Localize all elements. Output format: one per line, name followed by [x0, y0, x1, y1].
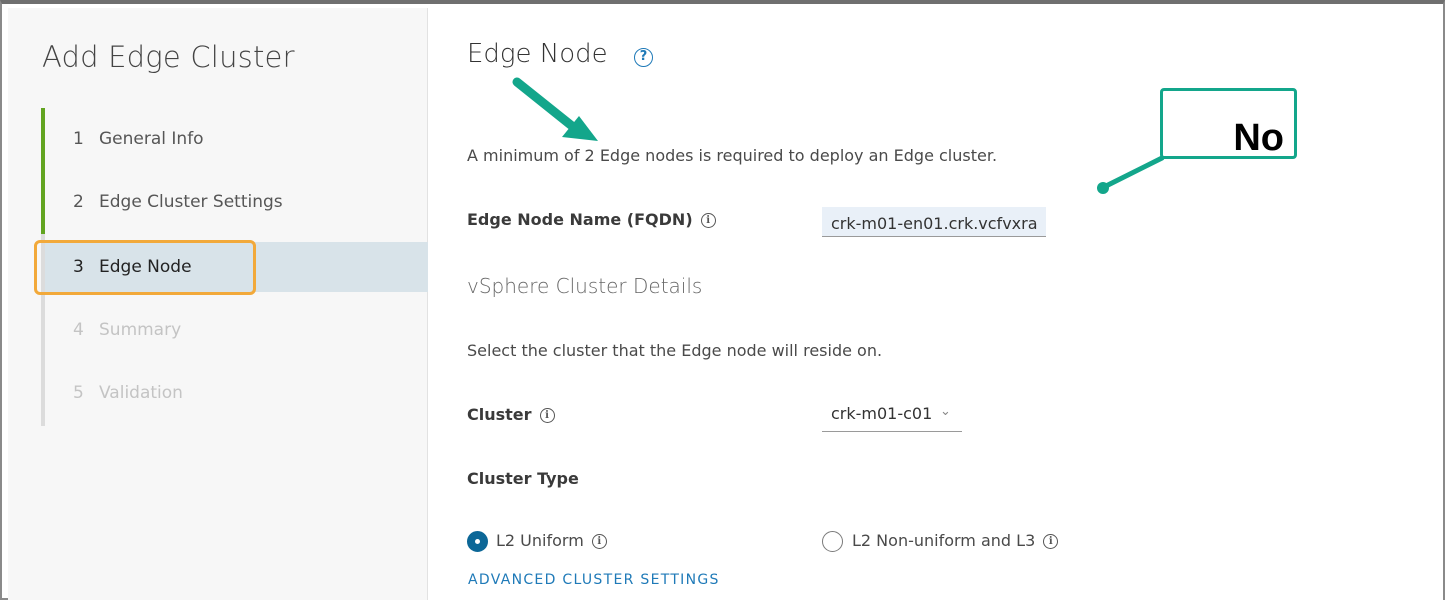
- step-summary: 4 Summary: [45, 305, 428, 355]
- wizard-title: Add Edge Cluster: [42, 40, 295, 74]
- l2-uniform-text: L2 Uniform: [496, 531, 584, 550]
- step-number: 3: [73, 257, 84, 277]
- radio-l2-nonuniform-l3[interactable]: [822, 531, 843, 552]
- step-validation: 5 Validation: [45, 368, 428, 418]
- l2-nonuniform-label[interactable]: L2 Non-uniform and L3 i: [852, 531, 1059, 550]
- info-icon[interactable]: i: [700, 213, 716, 228]
- callout-box: No: [1160, 88, 1297, 159]
- step-number: 1: [73, 129, 84, 149]
- step-number: 2: [73, 192, 84, 212]
- minimum-nodes-text: A minimum of 2 Edge nodes is required to…: [467, 146, 998, 165]
- cluster-select-value: crk-m01-c01: [831, 404, 933, 423]
- info-icon[interactable]: i: [539, 408, 555, 423]
- step-label: Edge Cluster Settings: [99, 192, 283, 212]
- radio-l2-uniform[interactable]: [467, 531, 488, 552]
- callout-text: No: [1233, 117, 1284, 159]
- fqdn-label: Edge Node Name (FQDN) i: [467, 210, 716, 229]
- info-icon[interactable]: i: [591, 534, 607, 549]
- step-number: 5: [73, 383, 84, 403]
- wizard-sidebar: Add Edge Cluster 1 General Info 2 Edge Clu…: [8, 8, 428, 600]
- l2-uniform-label[interactable]: L2 Uniform i: [496, 531, 607, 550]
- cluster-select[interactable]: crk-m01-c01 ⌄: [822, 402, 962, 432]
- cluster-label-text: Cluster: [467, 405, 532, 424]
- help-icon[interactable]: ?: [634, 48, 653, 67]
- info-icon[interactable]: i: [1043, 534, 1059, 549]
- step-edge-node[interactable]: 3 Edge Node: [45, 242, 428, 292]
- fqdn-input[interactable]: [822, 207, 1046, 237]
- dialog-frame: Add Edge Cluster 1 General Info 2 Edge Clu…: [0, 0, 1445, 600]
- step-label: Summary: [99, 320, 182, 340]
- page-title: Edge Node: [467, 39, 608, 69]
- fqdn-label-text: Edge Node Name (FQDN): [467, 210, 693, 229]
- cluster-type-label: Cluster Type: [467, 469, 579, 488]
- vsphere-cluster-details-title: vSphere Cluster Details: [467, 274, 703, 298]
- step-general-info[interactable]: 1 General Info: [45, 114, 428, 164]
- l2-nonuniform-text: L2 Non-uniform and L3: [852, 531, 1036, 550]
- step-label: General Info: [99, 129, 204, 149]
- chevron-down-icon: ⌄: [940, 404, 951, 419]
- cluster-label: Cluster i: [467, 405, 555, 424]
- select-cluster-text: Select the cluster that the Edge node wi…: [467, 341, 883, 360]
- step-edge-cluster-settings[interactable]: 2 Edge Cluster Settings: [45, 177, 428, 227]
- step-label: Edge Node: [99, 257, 192, 277]
- advanced-cluster-settings-link[interactable]: ADVANCED CLUSTER SETTINGS: [468, 572, 720, 588]
- step-label: Validation: [99, 383, 183, 403]
- step-number: 4: [73, 320, 84, 340]
